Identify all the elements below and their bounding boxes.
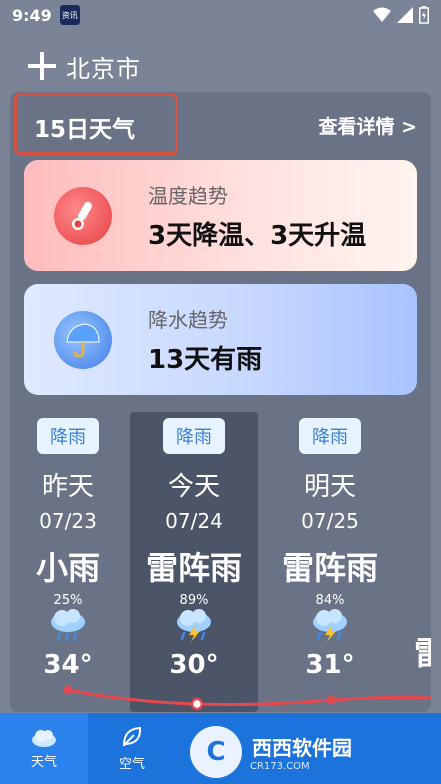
temperature-trend-label: 温度趋势 — [148, 183, 228, 208]
day-name: 今天 — [167, 472, 220, 502]
watermark: C 西西软件园 CR173.COM — [190, 720, 441, 784]
rain-badge: 降雨 — [163, 418, 225, 454]
day-name: 昨天 — [41, 472, 94, 502]
rain-trend-label: 降水趋势 — [148, 307, 228, 332]
temperature-trend-text: 温度趋势 3天降温、3天升温 — [148, 180, 366, 252]
status-time: 9:49 — [12, 5, 52, 25]
temperature-trend-value: 3天降温、3天升温 — [148, 220, 367, 251]
forecast-panel: 15日天气 查看详情 > 温度趋势 3天降温、3天升温 降水趋势 13天有雨 降… — [10, 92, 431, 712]
day-weather: 小雨 — [35, 549, 100, 587]
status-indicators — [373, 6, 429, 24]
thunderstorm-icon — [177, 609, 211, 642]
temperature-trend-card[interactable]: 温度趋势 3天降温、3天升温 — [24, 160, 417, 271]
view-details-link[interactable]: 查看详情 > — [318, 112, 417, 139]
panel-title: 15日天气 — [34, 117, 136, 143]
temp-point-yesterday — [63, 685, 73, 695]
watermark-sub: CR173.COM — [250, 761, 310, 772]
rain-trend-text: 降水趋势 13天有雨 — [148, 304, 262, 376]
thunderstorm-icon — [313, 609, 347, 642]
umbrella-icon — [54, 310, 112, 369]
rain-cloud-icon — [51, 609, 85, 642]
day-date: 07/25 — [301, 509, 359, 533]
precipitation-probability: 89% — [179, 593, 209, 608]
signal-icon — [397, 7, 413, 23]
wifi-icon — [373, 7, 391, 22]
nav-label-weather: 天气 — [30, 755, 57, 770]
day-date: 07/23 — [39, 509, 97, 533]
rain-trend-value: 13天有雨 — [148, 344, 263, 375]
leaf-icon — [122, 726, 142, 747]
temp-point-tomorrow — [326, 695, 336, 705]
add-city-icon[interactable] — [26, 50, 58, 82]
day-date: 07/24 — [165, 509, 223, 533]
watermark-brand: 西西软件园 — [252, 736, 352, 760]
nav-label-air: 空气 — [118, 757, 145, 772]
day-weather: 雷阵雨 — [281, 549, 378, 587]
day-name: 明天 — [303, 472, 356, 502]
watermark-logo: C — [190, 726, 242, 778]
nav-tab-weather[interactable]: 天气 — [0, 713, 88, 784]
cloud-icon — [32, 730, 56, 747]
city-header: 北京市 — [26, 48, 141, 84]
city-name[interactable]: 北京市 — [66, 49, 141, 84]
rain-trend-card[interactable]: 降水趋势 13天有雨 — [24, 284, 417, 395]
precipitation-probability: 84% — [315, 593, 345, 608]
day-weather: 雷阵雨 — [145, 549, 242, 587]
rain-badge: 降雨 — [299, 418, 361, 454]
battery-icon — [419, 6, 429, 24]
thermometer-icon — [54, 186, 112, 245]
precipitation-probability: 25% — [53, 593, 83, 608]
app-notification-icon: 资讯 — [59, 5, 80, 25]
temperature-curve — [63, 685, 431, 711]
rain-badge: 降雨 — [37, 418, 99, 454]
status-bar: 9:49 资讯 — [0, 0, 441, 30]
temp-point-today — [190, 697, 204, 711]
nav-tab-air[interactable]: 空气 — [88, 713, 176, 784]
